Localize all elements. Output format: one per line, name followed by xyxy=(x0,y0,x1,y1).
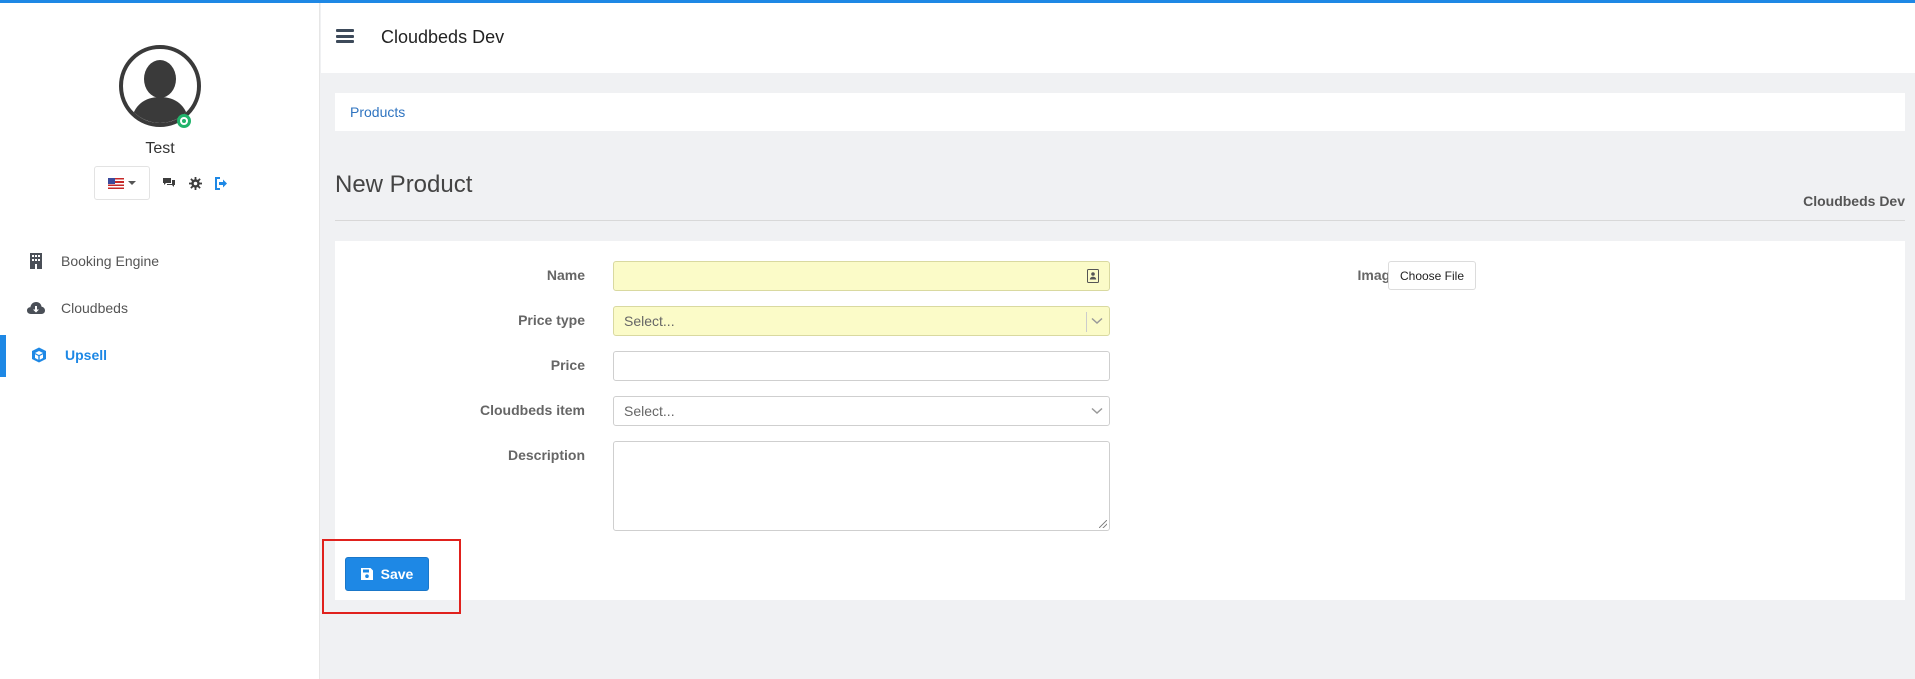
caret-down-icon xyxy=(128,181,136,185)
comments-icon[interactable] xyxy=(162,176,176,190)
app-title: Cloudbeds Dev xyxy=(381,27,505,47)
sidebar-nav: Booking Engine Cloudbeds Upsell xyxy=(0,237,320,378)
cube-icon xyxy=(30,346,48,364)
sidebar-item-upsell[interactable]: Upsell xyxy=(0,331,320,378)
cloud-download-icon xyxy=(27,299,45,317)
chevron-down-icon[interactable] xyxy=(1091,404,1103,418)
highlight-annotation xyxy=(322,539,461,614)
user-tools xyxy=(94,166,228,200)
gear-icon[interactable] xyxy=(188,176,202,190)
sidebar-item-booking-engine[interactable]: Booking Engine xyxy=(0,237,320,284)
description-label: Description xyxy=(507,447,585,463)
breadcrumb-link-products[interactable]: Products xyxy=(350,104,405,120)
product-form: Name Price type Select... Price Cloudbed… xyxy=(335,241,1905,600)
online-status-indicator xyxy=(177,114,191,128)
user-silhouette-icon xyxy=(131,60,189,123)
select-separator xyxy=(1086,312,1087,332)
building-icon xyxy=(27,252,45,270)
price-input[interactable] xyxy=(613,351,1110,381)
page-title: New Product xyxy=(335,171,473,198)
image-label: Image xyxy=(1357,267,1398,283)
organization-name: Cloudbeds Dev xyxy=(1803,193,1905,209)
cloudbeds-item-select[interactable]: Select... xyxy=(613,396,1110,426)
username: Test xyxy=(145,140,175,157)
resize-handle[interactable] xyxy=(1099,520,1107,528)
sidebar-item-label: Upsell xyxy=(65,346,108,363)
hamburger-icon[interactable] xyxy=(336,29,354,43)
language-selector[interactable] xyxy=(94,166,150,200)
us-flag-icon xyxy=(108,177,124,189)
avatar[interactable] xyxy=(119,45,201,127)
chevron-down-icon[interactable] xyxy=(1091,314,1103,328)
price-type-select[interactable]: Select... xyxy=(613,306,1110,336)
choose-file-button[interactable]: Choose File xyxy=(1388,261,1476,290)
name-field[interactable] xyxy=(613,261,1110,291)
contact-card-icon[interactable] xyxy=(1087,269,1099,286)
sidebar: Test Booking Engine Cloudbeds Upsell xyxy=(0,3,320,679)
sidebar-item-cloudbeds[interactable]: Cloudbeds xyxy=(0,284,320,331)
name-label: Name xyxy=(546,267,585,283)
top-accent-bar xyxy=(0,0,1915,3)
sidebar-item-label: Booking Engine xyxy=(61,252,160,269)
description-textarea[interactable] xyxy=(613,441,1110,531)
top-header: Cloudbeds Dev xyxy=(321,3,1915,73)
breadcrumb: Products xyxy=(335,93,1905,131)
sidebar-item-label: Cloudbeds xyxy=(61,299,128,316)
cloudbeds-item-label: Cloudbeds item xyxy=(479,402,585,418)
divider xyxy=(335,220,1905,221)
sign-out-icon[interactable] xyxy=(214,176,228,190)
price-type-label: Price type xyxy=(518,312,585,328)
price-label: Price xyxy=(550,357,585,373)
